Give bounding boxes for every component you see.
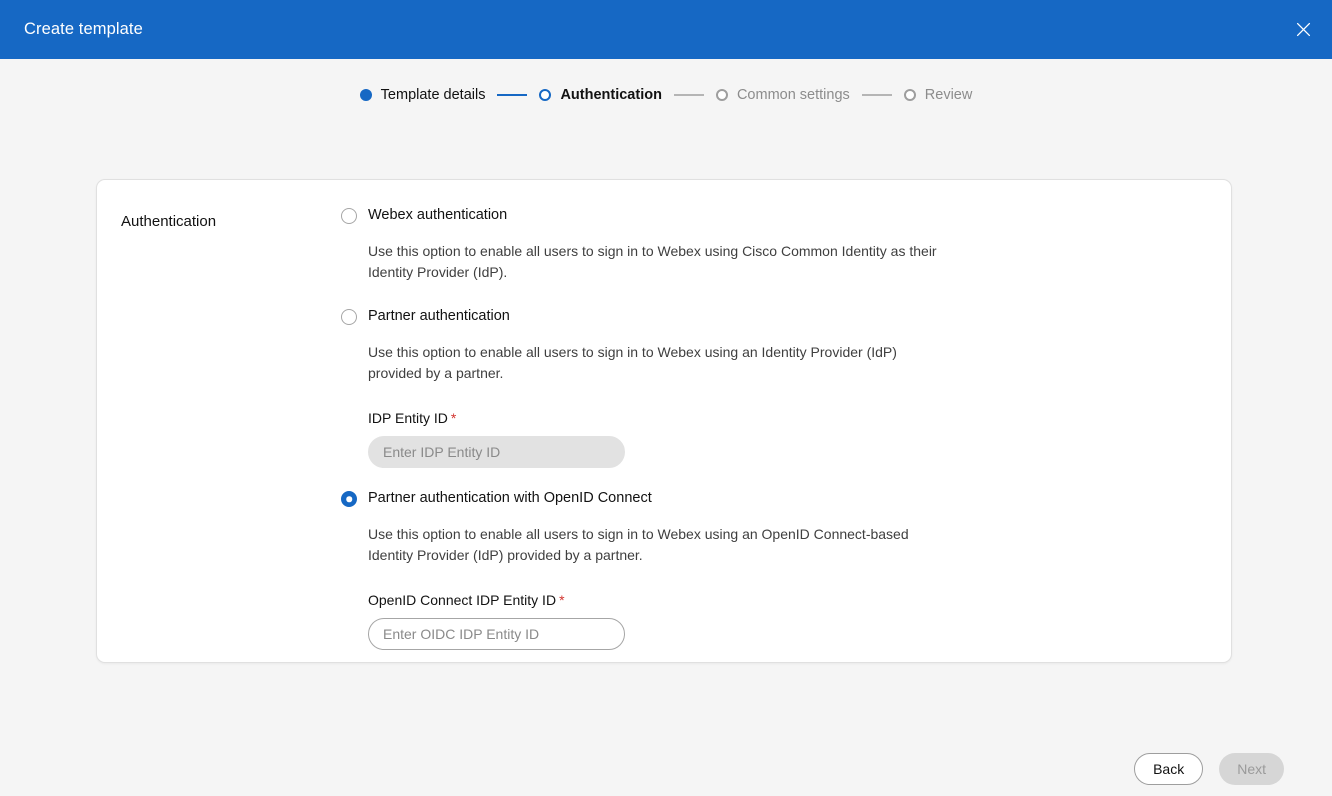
- option-description: Use this option to enable all users to s…: [368, 525, 909, 564]
- option-partner-authentication: Partner authentication Use this option t…: [341, 307, 1207, 469]
- field-label-text: IDP Entity ID: [368, 410, 448, 427]
- step-label: Review: [924, 86, 973, 103]
- option-description: Use this option to enable all users to s…: [368, 343, 897, 381]
- dialog-title: Create template: [24, 20, 143, 38]
- dialog-titlebar: Create template: [0, 0, 1332, 59]
- radio-icon-selected: [341, 491, 357, 508]
- step-label: Common settings: [736, 86, 850, 103]
- step-authentication[interactable]: Authentication: [539, 88, 662, 103]
- radio-partner-authentication-oidc[interactable]: Partner authentication with OpenID Conne…: [341, 489, 1207, 509]
- step-indicator-icon: [359, 89, 372, 101]
- field-idp-entity-id: IDP Entity ID *: [368, 410, 1207, 469]
- step-connector: [861, 94, 892, 96]
- radio-partner-authentication[interactable]: Partner authentication: [341, 307, 1207, 327]
- wizard-stepper: Template details Authentication Common s…: [0, 59, 1332, 131]
- step-connector: [673, 94, 704, 96]
- radio-label: Partner authentication: [368, 308, 510, 325]
- option-partner-authentication-oidc: Partner authentication with OpenID Conne…: [341, 489, 1207, 651]
- authentication-card: Authentication Webex authentication Use …: [96, 179, 1232, 663]
- idp-entity-id-input[interactable]: [368, 436, 625, 469]
- step-connector: [497, 94, 528, 96]
- required-marker: *: [559, 592, 565, 609]
- section-label-authentication: Authentication: [121, 213, 217, 230]
- step-review[interactable]: Review: [903, 86, 973, 103]
- wizard-footer: Back Next: [0, 742, 1332, 796]
- step-common-settings[interactable]: Common settings: [715, 86, 850, 103]
- next-button[interactable]: Next: [1219, 753, 1284, 785]
- option-webex-authentication: Webex authentication Use this option to …: [341, 206, 1207, 283]
- oidc-idp-entity-id-input[interactable]: [368, 618, 625, 651]
- field-label: IDP Entity ID *: [368, 410, 1207, 426]
- step-indicator-icon: [539, 89, 552, 101]
- close-icon: [1296, 22, 1311, 37]
- radio-icon: [341, 309, 357, 326]
- close-button[interactable]: [1286, 13, 1320, 47]
- field-label-text: OpenID Connect IDP Entity ID: [368, 592, 557, 609]
- step-template-details[interactable]: Template details: [359, 86, 486, 103]
- radio-label: Partner authentication with OpenID Conne…: [368, 490, 652, 507]
- required-marker: *: [450, 410, 457, 427]
- step-label: Authentication: [560, 86, 662, 103]
- step-label: Template details: [380, 86, 486, 103]
- step-indicator-icon: [903, 89, 916, 101]
- field-oidc-idp-entity-id: OpenID Connect IDP Entity ID *: [368, 592, 1207, 651]
- authentication-radio-group: Webex authentication Use this option to …: [341, 206, 1207, 651]
- field-label: OpenID Connect IDP Entity ID *: [368, 592, 1207, 608]
- back-button[interactable]: Back: [1134, 753, 1204, 785]
- radio-icon: [341, 208, 357, 224]
- option-description: Use this option to enable all users to s…: [368, 242, 937, 280]
- radio-webex-authentication[interactable]: Webex authentication: [341, 206, 1207, 226]
- step-indicator-icon: [715, 89, 728, 101]
- radio-label: Webex authentication: [368, 207, 508, 223]
